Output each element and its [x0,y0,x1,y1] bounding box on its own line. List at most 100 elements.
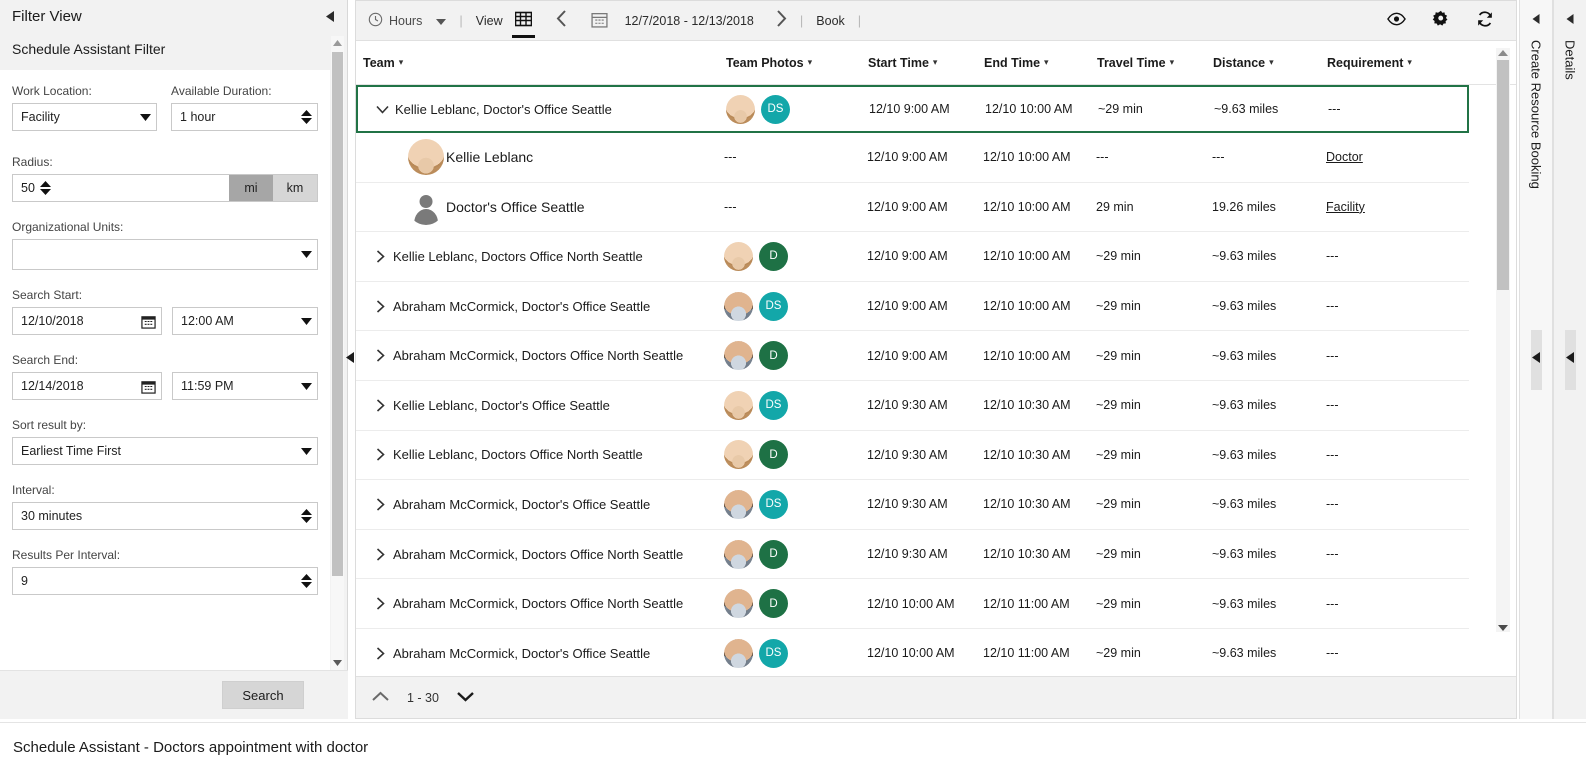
interval-stepper[interactable]: 30 minutes [12,502,318,530]
chevron-right-icon[interactable] [372,448,388,461]
chevron-down-icon: ▾ [1169,57,1175,67]
hours-dropdown[interactable]: Hours [368,12,447,30]
filter-panel-scrollbar[interactable] [331,36,344,670]
column-header-start-time[interactable]: Start Time ▾ [868,56,937,70]
scroll-up-icon[interactable] [1496,46,1510,59]
row-travel-time: ~29 min [1096,646,1141,661]
search-end-field: Search End: 12/14/2018 11:59 PM [12,353,318,400]
row-travel-time: ~29 min [1096,299,1141,314]
calendar-icon[interactable] [591,11,608,31]
search-end-date-input[interactable]: 12/14/2018 [12,372,162,400]
chevron-right-icon[interactable] [372,647,388,660]
chevron-right-icon[interactable] [372,349,388,362]
search-start-date-input[interactable]: 12/10/2018 [12,307,162,335]
row-requirement[interactable]: Facility [1326,200,1365,214]
create-resource-booking-rail[interactable]: Create Resource Booking [1519,0,1553,719]
work-location-select[interactable]: Facility [12,103,158,131]
sort-result-label: Sort result by: [12,418,87,432]
column-header-end-time[interactable]: End Time ▾ [984,56,1049,70]
status-bar: Schedule Assistant - Doctors appointment… [0,722,1586,771]
table-row[interactable]: Abraham McCormick, Doctor's Office Seatt… [356,480,1469,530]
column-header-distance[interactable]: Distance ▾ [1213,56,1274,70]
table-row[interactable]: Abraham McCormick, Doctor's Office Seatt… [356,281,1469,332]
search-end-time-select[interactable]: 11:59 PM [172,372,318,400]
next-period-button[interactable] [776,9,787,32]
rail-collapse-icon[interactable] [1566,352,1574,366]
book-button[interactable]: Book [816,14,845,28]
chevron-right-icon[interactable] [372,399,388,412]
chevron-down-icon[interactable] [374,105,390,114]
column-header-requirement[interactable]: Requirement ▾ [1327,56,1412,70]
table-row[interactable]: Kellie Leblanc, Doctor's Office Seattle D… [356,85,1469,133]
organizational-units-label: Organizational Units: [12,220,124,234]
prev-period-button[interactable] [556,9,567,32]
avatar [724,539,753,569]
radius-input[interactable]: 50 [13,175,229,201]
toolbar-right-actions [1387,10,1516,31]
search-start-time-select[interactable]: 12:00 AM [172,307,318,335]
spinner-icon[interactable] [295,574,317,588]
chevron-left-icon[interactable] [1532,14,1540,27]
results-per-interval-label: Results Per Interval: [12,548,121,562]
gear-icon[interactable] [1432,10,1450,31]
unit-km-button[interactable]: km [273,175,317,201]
chevron-down-icon: ▾ [398,57,404,67]
chevron-right-icon[interactable] [372,547,388,561]
table-row[interactable]: Kellie Leblanc, Doctors Office North Sea… [356,430,1469,481]
table-row[interactable]: Kellie Leblanc --- 12/10 9:00 AM 12/10 10:0… [356,133,1469,183]
work-location-value: Facility [21,110,60,124]
chevron-right-icon[interactable] [372,250,388,263]
scroll-up-icon[interactable] [331,36,344,50]
unit-mi-button[interactable]: mi [229,175,273,201]
scroll-down-icon[interactable] [1496,621,1510,634]
results-per-interval-value: 9 [21,574,28,588]
row-requirement[interactable]: Doctor [1326,150,1363,164]
table-row[interactable]: Kellie Leblanc, Doctor's Office Seattle D… [356,380,1469,431]
column-header-team[interactable]: Team ▾ [363,56,403,70]
column-header-travel-time[interactable]: Travel Time ▾ [1097,56,1174,70]
table-row[interactable]: Abraham McCormick, Doctors Office North … [356,331,1469,381]
panel-splitter-collapse-icon[interactable] [346,352,354,366]
table-row[interactable]: Doctor's Office Seattle --- 12/10 9:00 AM 1… [356,182,1469,233]
page-up-button[interactable] [372,689,389,706]
row-distance: ~9.63 miles [1214,102,1279,116]
organizational-units-select[interactable] [12,239,318,270]
table-row[interactable]: Abraham McCormick, Doctor's Office Seatt… [356,628,1469,670]
scrollbar-thumb[interactable] [332,52,343,576]
rail-collapse-icon[interactable] [1532,352,1540,366]
chevron-right-icon[interactable] [372,498,388,511]
chevron-left-icon[interactable] [1566,14,1574,27]
chevron-right-icon[interactable] [372,299,388,313]
sort-result-select[interactable]: Earliest Time First [12,437,318,465]
table-row[interactable]: Kellie Leblanc, Doctors Office North Sea… [356,232,1469,282]
grid-view-icon[interactable] [511,11,535,38]
table-row[interactable]: Abraham McCormick, Doctors Office North … [356,529,1469,580]
chevron-left-icon[interactable] [323,10,337,24]
spinner-icon[interactable] [295,110,317,124]
scroll-down-icon[interactable] [331,656,344,670]
search-button[interactable]: Search [222,681,304,709]
refresh-icon[interactable] [1476,10,1494,31]
spinner-icon[interactable] [35,181,57,195]
available-duration-stepper[interactable]: 1 hour [171,103,318,131]
row-end-time: 12/10 10:00 AM [983,299,1071,314]
results-per-interval-field: Results Per Interval: 9 [12,548,318,595]
scrollbar-thumb[interactable] [1497,60,1509,290]
spinner-icon[interactable] [295,509,317,523]
table-row[interactable]: Abraham McCormick, Doctors Office North … [356,579,1469,629]
grid-scrollbar[interactable] [1496,48,1510,632]
calendar-icon[interactable] [135,314,161,329]
chevron-right-icon[interactable] [372,597,388,610]
search-start-date-value: 12/10/2018 [21,314,84,328]
row-team-name: Abraham McCormick, Doctor's Office Seatt… [393,298,651,314]
column-header-team-photos[interactable]: Team Photos ▾ [726,56,812,70]
toolbar-separator: | [799,13,804,28]
results-per-interval-stepper[interactable]: 9 [12,567,318,595]
team-badge: D [759,341,788,371]
toolbar-separator: | [459,13,463,28]
eye-icon[interactable] [1387,12,1406,29]
details-rail[interactable]: Details [1553,0,1586,719]
page-down-button[interactable] [457,689,474,706]
row-travel-time: ~29 min [1096,596,1141,611]
calendar-icon[interactable] [135,379,161,394]
